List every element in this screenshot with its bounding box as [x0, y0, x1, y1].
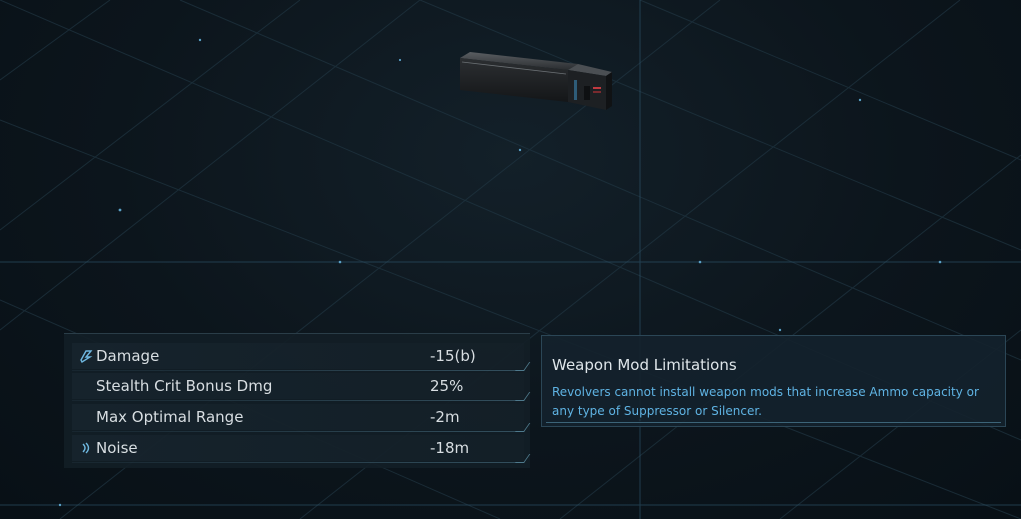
row-corner-accent [515, 423, 531, 432]
stat-value: -15(b) [430, 347, 476, 365]
stat-name: Stealth Crit Bonus Dmg [96, 377, 273, 395]
noise-icon [82, 442, 90, 454]
mod-limitations-panel: Weapon Mod Limitations Revolvers cannot … [541, 335, 1006, 427]
stat-name: Noise [96, 439, 138, 457]
stat-row-stealth-crit: Stealth Crit Bonus Dmg 25% [72, 373, 531, 401]
row-corner-accent [515, 362, 531, 371]
stat-row-optimal-range: Max Optimal Range -2m [72, 404, 531, 432]
panel-bottom-line [546, 422, 1001, 423]
stat-row-damage: Damage -15(b) [72, 343, 531, 371]
limitations-description: Revolvers cannot install weapon mods tha… [552, 385, 979, 418]
stat-name: Damage [96, 347, 160, 365]
limitations-title: Weapon Mod Limitations [552, 356, 737, 374]
suppressor-model [460, 52, 612, 110]
stats-panel: Damage -15(b) Stealth Crit Bonus Dmg 25%… [64, 333, 531, 468]
row-corner-accent [515, 454, 531, 463]
stat-value: -2m [430, 408, 460, 426]
damage-icon [80, 350, 93, 364]
stat-value: 25% [430, 377, 464, 395]
inspect-screen: Damage -15(b) Stealth Crit Bonus Dmg 25%… [0, 0, 1021, 519]
stat-row-noise: Noise -18m [72, 435, 531, 463]
stat-value: -18m [430, 439, 470, 457]
row-corner-accent [515, 392, 531, 401]
stat-name: Max Optimal Range [96, 408, 244, 426]
